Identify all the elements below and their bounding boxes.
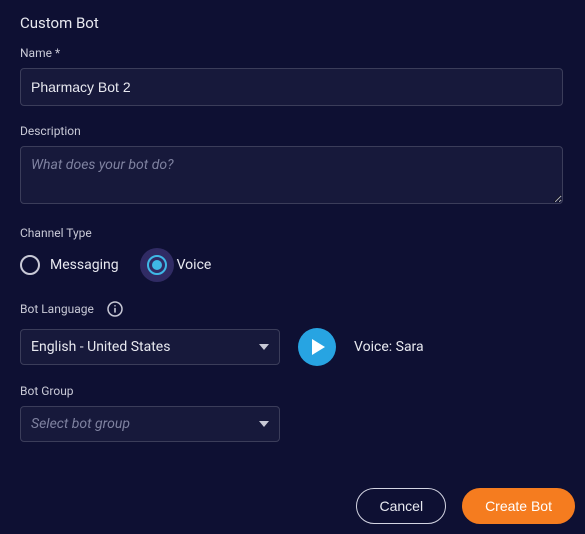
name-label: Name * bbox=[20, 46, 565, 60]
description-group: Description bbox=[20, 124, 565, 208]
bot-group-label: Bot Group bbox=[20, 384, 565, 398]
voice-label-prefix: Voice: bbox=[354, 339, 392, 355]
channel-type-radios: Messaging Voice bbox=[20, 248, 565, 282]
channel-voice-label: Voice bbox=[177, 257, 212, 273]
channel-type-group: Channel Type Messaging Voice bbox=[20, 226, 565, 282]
voice-name: Sara bbox=[396, 339, 424, 355]
channel-voice-radio[interactable]: Voice bbox=[147, 248, 212, 282]
create-bot-button[interactable]: Create Bot bbox=[462, 488, 575, 524]
channel-messaging-label: Messaging bbox=[50, 257, 119, 273]
radio-checked-icon bbox=[147, 255, 167, 275]
bot-group-select[interactable]: Select bot group bbox=[20, 406, 280, 442]
name-group: Name * bbox=[20, 46, 565, 106]
bot-language-controls: English - United States Voice: Sara bbox=[20, 328, 565, 366]
radio-dot-icon bbox=[152, 260, 162, 270]
section-title: Custom Bot bbox=[20, 14, 565, 32]
bot-group-placeholder: Select bot group bbox=[31, 416, 130, 432]
play-icon bbox=[312, 339, 325, 355]
channel-messaging-radio[interactable]: Messaging bbox=[20, 255, 119, 275]
info-icon[interactable] bbox=[106, 300, 124, 318]
name-input[interactable] bbox=[20, 68, 563, 106]
bot-language-selected: English - United States bbox=[31, 339, 170, 355]
bot-language-select[interactable]: English - United States bbox=[20, 329, 280, 365]
radio-selected-halo bbox=[140, 248, 174, 282]
bot-group-group: Bot Group Select bot group bbox=[20, 384, 565, 442]
radio-unchecked-icon bbox=[20, 255, 40, 275]
description-label: Description bbox=[20, 124, 565, 138]
description-textarea[interactable] bbox=[20, 146, 563, 204]
voice-play-button[interactable] bbox=[298, 328, 336, 366]
bot-language-group: Bot Language English - United States Voi… bbox=[20, 300, 565, 366]
channel-type-label: Channel Type bbox=[20, 226, 565, 240]
cancel-button[interactable]: Cancel bbox=[356, 488, 446, 524]
footer-buttons: Cancel Create Bot bbox=[356, 488, 575, 524]
bot-language-label: Bot Language bbox=[20, 302, 94, 316]
voice-label-text: Voice: Sara bbox=[354, 339, 424, 355]
bot-language-label-row: Bot Language bbox=[20, 300, 565, 318]
